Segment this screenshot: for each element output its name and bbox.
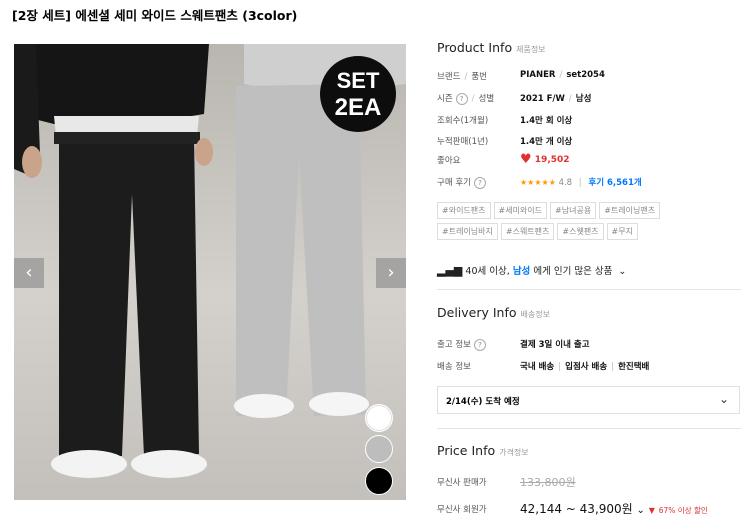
color-swatch-white[interactable]: [365, 404, 393, 432]
sale-price-value: 133,800원: [520, 476, 576, 489]
tag-chip[interactable]: #트레이닝팬츠: [599, 202, 661, 219]
season-value: 2021 F/W / 남성: [520, 94, 592, 104]
chevron-down-icon: ⌄: [718, 392, 729, 406]
next-image-button[interactable]: ›: [376, 258, 406, 288]
tag-chip[interactable]: #트레이닝바지: [437, 223, 498, 240]
review-label: 구매 후기?: [437, 176, 486, 189]
likes-label: 좋아요: [437, 156, 461, 166]
tag-chip[interactable]: #무지: [606, 223, 638, 240]
review-help-icon[interactable]: ?: [473, 176, 486, 189]
arrival-date-text: 2/14(수) 도착 예정: [446, 397, 520, 407]
sales-label: 누적판매(1년): [437, 137, 489, 147]
discount-arrow-icon: ▼: [648, 506, 655, 515]
method-label: 배송 정보: [437, 362, 471, 372]
tag-chip[interactable]: #스웨트팬츠: [500, 223, 555, 240]
ship-label: 출고 정보?: [437, 338, 486, 351]
product-title: [2장 세트] 에센셜 세미 와이드 스웨트팬츠 (3color): [12, 8, 298, 23]
brand-value: PIANER / set2054: [520, 70, 605, 80]
brand-link[interactable]: PIANER: [520, 70, 555, 80]
brand-label: 브랜드 / 품번: [437, 72, 487, 82]
bar-chart-icon: ▂▄▆: [437, 264, 463, 277]
tag-chip[interactable]: #세미와이드: [493, 202, 548, 219]
method-value: 국내 배송 | 입점사 배송 | 한진택배: [520, 362, 650, 372]
review-summary: ★★★★★ 4.8 | 후기 6,561개: [520, 178, 642, 188]
product-image[interactable]: SET 2EA ‹ ›: [14, 44, 406, 500]
ship-help-icon[interactable]: ?: [473, 338, 486, 351]
star-rating-icon: ★★★★★: [520, 178, 556, 187]
tag-list-row2: #트레이닝바지 #스웨트팬츠 #스웻팬츠 #무지: [437, 219, 737, 240]
color-swatch-grey[interactable]: [365, 435, 393, 463]
delivery-info-heading: Delivery Info 배송정보: [437, 305, 550, 320]
member-price-label: 무신사 회원가: [437, 505, 487, 515]
tag-chip[interactable]: #남녀공용: [550, 202, 597, 219]
tag-chip[interactable]: #와이드팬츠: [437, 202, 491, 219]
sale-price-label: 무신사 판매가: [437, 478, 487, 488]
season-help-icon[interactable]: ?: [455, 92, 468, 105]
sales-value: 1.4만 개 이상: [520, 137, 573, 147]
member-price-value[interactable]: 42,144 ~ 43,900원 ⌄ ▼ 67% 이상 할인: [520, 500, 708, 517]
price-info-heading: Price Info 가격정보: [437, 443, 529, 458]
color-swatch-black[interactable]: [365, 467, 393, 495]
popularity-info[interactable]: ▂▄▆ 40세 이상, 남성 에게 인기 많은 상품 ⌄: [437, 263, 626, 277]
tag-list-row1: #와이드팬츠 #세미와이드 #남녀공용 #트레이닝팬츠: [437, 198, 737, 219]
section-divider: [437, 428, 741, 429]
chevron-down-icon: ⌄: [618, 266, 627, 277]
views-label: 조회수(1개월): [437, 116, 489, 126]
views-value: 1.4만 회 이상: [520, 116, 573, 126]
arrival-date-dropdown[interactable]: 2/14(수) 도착 예정 ⌄: [437, 386, 740, 414]
section-divider: [437, 289, 741, 290]
product-info-heading: Product Info 제품정보: [437, 40, 546, 55]
set-badge: SET 2EA: [320, 56, 396, 132]
heart-icon: ♥: [520, 152, 532, 167]
prev-image-button[interactable]: ‹: [14, 258, 44, 288]
review-count-link[interactable]: 후기 6,561개: [588, 178, 641, 188]
season-label: 시즌? / 성별: [437, 92, 495, 105]
ship-value: 결제 3일 이내 출고: [520, 340, 590, 350]
likes-button[interactable]: ♥ 19,502: [520, 152, 570, 167]
tag-chip[interactable]: #스웻팬츠: [557, 223, 604, 240]
discount-badge: 67% 이상 할인: [658, 506, 708, 515]
chevron-down-icon: ⌄: [636, 505, 645, 516]
